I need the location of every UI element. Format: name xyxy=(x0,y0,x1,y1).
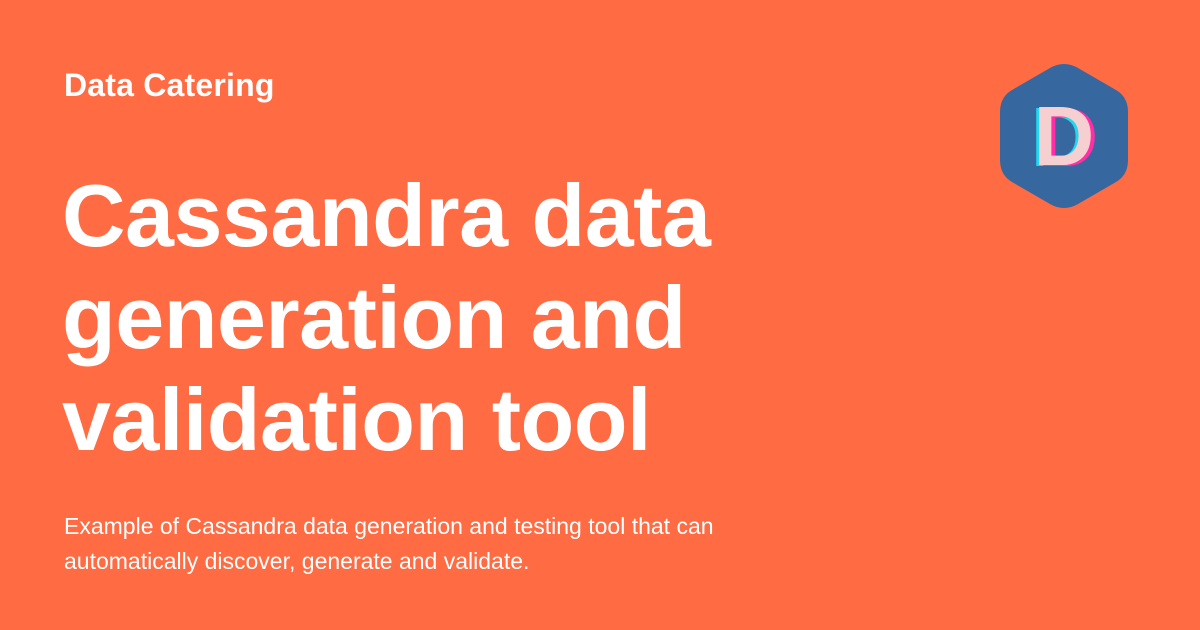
logo-letter: D xyxy=(1034,89,1095,183)
page-title: Cassandra data generation and validation… xyxy=(62,165,942,471)
hexagon-d-logo-icon: D D D xyxy=(998,64,1130,208)
page-description: Example of Cassandra data generation and… xyxy=(64,513,714,574)
page-title-line-2: generation and xyxy=(62,268,686,367)
social-card: Data Catering Cassandra data generation … xyxy=(0,0,1200,630)
page-title-line-1: Cassandra data xyxy=(62,166,711,265)
page-title-line-3: validation tool xyxy=(62,370,651,469)
site-name: Data Catering xyxy=(64,67,275,103)
